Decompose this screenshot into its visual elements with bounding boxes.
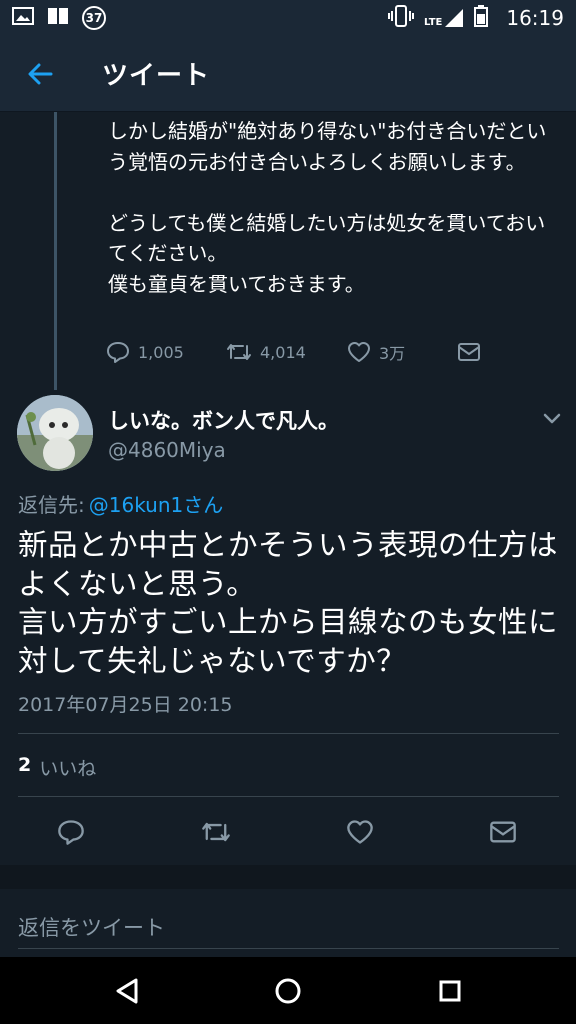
like-button[interactable] <box>340 812 380 852</box>
divider <box>18 733 559 734</box>
author-display-name[interactable]: しいな。ボン人で凡人。 <box>108 405 339 435</box>
like-count-label: いいね <box>39 758 97 780</box>
parent-like-count: 3万 <box>379 344 406 363</box>
reply-icon <box>58 820 84 845</box>
direct-message-button[interactable] <box>483 812 523 852</box>
circle-home-icon <box>275 978 301 1004</box>
reply-to-label: 返信先: <box>18 493 85 517</box>
parent-tweet-text: しかし結婚が"絶対あり得ない"お付き合いだという覚悟の元お付き合いよろしくお願い… <box>108 119 547 296</box>
tweet-menu-button[interactable] <box>540 408 564 428</box>
battery-icon <box>474 4 489 32</box>
heart-icon <box>348 342 370 362</box>
page-title: ツイート <box>102 61 211 91</box>
signal-icon: LTE <box>424 8 464 28</box>
tweet-detail-screen: 37 LTE 16:19 ツイート しかし結婚が"絶対あり得ない"お付き合いだと… <box>0 0 576 1024</box>
envelope-icon <box>490 821 516 843</box>
envelope-icon <box>458 343 480 361</box>
section-separator <box>0 865 576 889</box>
retweet-button[interactable] <box>196 812 236 852</box>
author-handle[interactable]: @4860Miya <box>108 438 226 462</box>
parent-like-button[interactable]: 3万 <box>347 340 457 364</box>
divider <box>18 796 559 797</box>
nav-home-button[interactable] <box>267 970 309 1012</box>
vibrate-icon <box>387 4 414 32</box>
clock: 16:19 <box>506 6 564 30</box>
reply-composer <box>0 889 576 957</box>
retweet-icon <box>227 344 251 360</box>
parent-dm-button[interactable] <box>457 342 481 362</box>
reply-to-mention-link[interactable]: @16kun1さん <box>89 489 224 518</box>
avatar[interactable] <box>17 395 93 471</box>
parent-retweet-button[interactable]: 4,014 <box>226 342 347 362</box>
status-bar: 37 LTE 16:19 <box>0 0 576 36</box>
parent-reply-count: 1,005 <box>138 342 184 362</box>
reply-button[interactable] <box>51 812 91 852</box>
gallery-notification-icon <box>12 6 34 31</box>
nav-back-button[interactable] <box>106 970 148 1012</box>
back-button[interactable] <box>0 36 80 112</box>
thread-connector-line <box>54 112 57 390</box>
chevron-down-icon <box>543 413 561 424</box>
nav-recents-button[interactable] <box>429 970 471 1012</box>
heart-icon <box>347 820 373 844</box>
retweet-icon <box>202 822 230 842</box>
network-type-label: LTE <box>423 17 443 28</box>
tweet-action-bar <box>0 812 576 852</box>
tweet-timestamp: 2017年07月25日 20:15 <box>18 694 233 716</box>
back-arrow-icon <box>28 63 53 84</box>
tweet-text: 新品とか中古とかそういう表現の仕方はよくないと思う。 言い方がすごい上から目線な… <box>18 528 559 678</box>
like-count: 2 <box>18 754 32 776</box>
app-header: ツイート <box>0 36 576 112</box>
book-notification-icon <box>46 6 70 31</box>
parent-tweet-actions: 1,005 4,014 3万 <box>106 338 496 366</box>
system-navigation-bar <box>0 957 576 1024</box>
reply-icon <box>107 342 129 363</box>
parent-retweet-count: 4,014 <box>260 342 306 362</box>
reply-to-line: 返信先: @16kun1さん <box>18 489 223 518</box>
triangle-back-icon <box>116 978 138 1004</box>
square-recents-icon <box>439 980 461 1002</box>
reply-input[interactable] <box>18 907 559 949</box>
parent-reply-button[interactable]: 1,005 <box>106 341 226 363</box>
like-stats[interactable]: 2 いいね <box>18 754 96 781</box>
notification-count-badge: 37 <box>82 6 106 30</box>
